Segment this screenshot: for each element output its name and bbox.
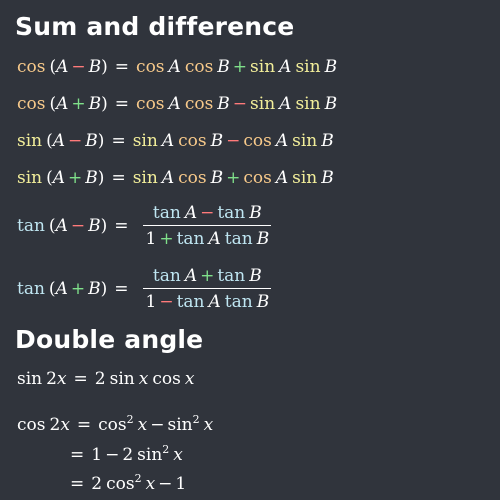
section-title-sum-difference: Sum and difference [15,12,295,41]
denominator: 1 + tan Atan B [145,229,270,249]
fraction-bar [143,288,272,289]
formula-cos-a-plus-b: cos (A + B) = cos Acos B − sin Asin B [17,94,338,114]
section-title-double-angle: Double angle [15,325,204,354]
formula-cos-a-minus-b: cos (A − B) = cos Acos B + sin Asin B [17,57,338,77]
formula-sin-a-minus-b: sin (A − B) = sin Acos B − cos Asin B [17,131,334,151]
numerator: tan A − tan B [152,203,262,223]
formula-tan-a-minus-b: tan (A − B) = tan A − tan B 1 + tan Atan B [17,202,272,250]
fraction: tan A − tan B 1 + tan Atan B [143,202,272,250]
denominator: 1− tan Atan B [145,292,270,312]
formula-sin-a-plus-b: sin (A + B) = sin Acos B + cos Asin B [17,168,334,188]
fraction: tan A + tan B 1− tan Atan B [143,265,272,313]
cos-token: cos [17,57,46,77]
formula-cos-2x-alt-2: = 2 cos2 x −1 [70,472,187,494]
formula-tan-a-plus-b: tan (A + B) = tan A + tan B 1− tan Atan B [17,265,272,313]
fraction-bar [143,225,272,226]
formula-cos-2x: cos 2x = cos2 x − sin2 x [17,413,214,435]
numerator: tan A + tan B [152,266,262,286]
formula-cos-2x-alt-1: = 1−2 sin2 x [70,443,183,465]
trig-identities-page: Sum and difference cos (A − B) = cos Acos B + sin… [0,0,500,500]
formula-sin-2x: sin 2x = 2 sin x cos x [17,369,195,389]
